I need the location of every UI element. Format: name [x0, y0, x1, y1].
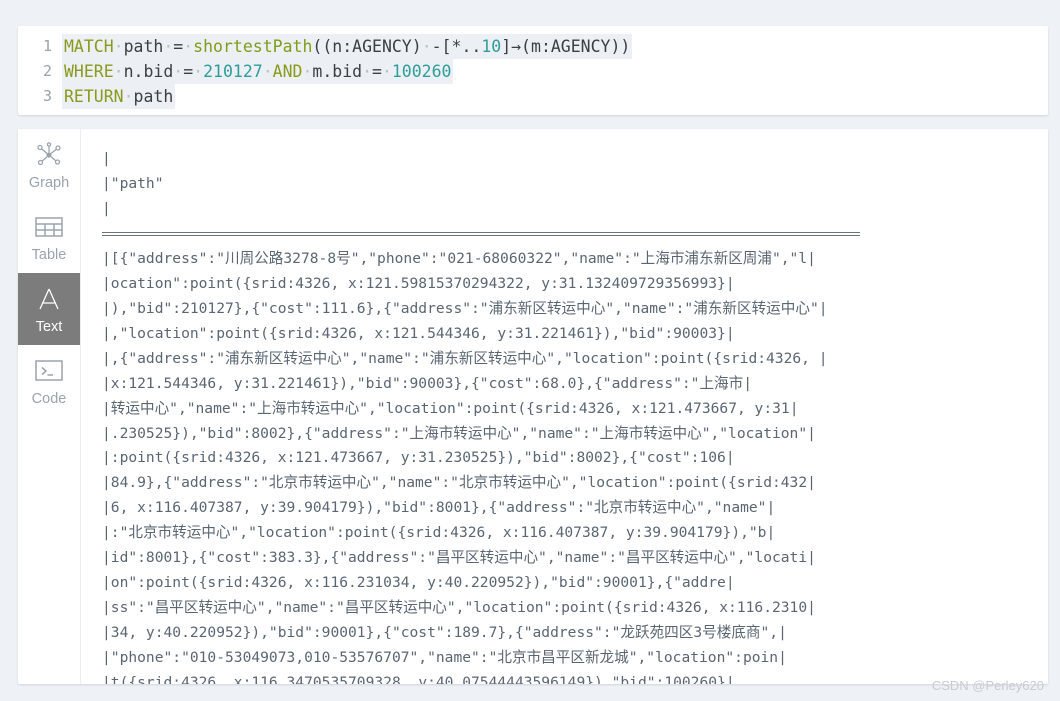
sidebar-item-label: Text: [35, 318, 63, 335]
line-number: 1: [42, 37, 52, 55]
code-line: 1 MATCH·path·=·shortestPath((n:AGENCY)·-…: [18, 34, 1048, 59]
separator-bar: [102, 231, 860, 236]
text-output-line: |"phone":"010-53049073,010-53576707","na…: [102, 649, 787, 667]
query-editor[interactable]: 1 MATCH·path·=·shortestPath((n:AGENCY)·-…: [18, 26, 1048, 115]
text-output-line: |.230525}),"bid":8002},{"address":"上海市转运…: [102, 424, 816, 442]
text-output-line: |,{"address":"浦东新区转运中心","name":"浦东新区转运中心…: [102, 349, 828, 367]
code-line: 2 WHERE·n.bid·=·210127·AND·m.bid·=·10026…: [18, 59, 1048, 84]
line-number: 3: [42, 87, 52, 105]
result-view-sidebar: Graph Table Text Code: [18, 129, 81, 684]
sidebar-item-text[interactable]: Text: [18, 273, 80, 345]
text-output-line: |x:121.544346, y:31.221461}),"bid":90003…: [102, 374, 753, 392]
text-icon: [37, 284, 61, 314]
text-output-line: |ss":"昌平区转运中心","name":"昌平区转运中心","locatio…: [102, 599, 816, 617]
text-output-line: |:point({srid:4326, x:121.473667, y:31.2…: [102, 449, 735, 467]
text-output-line: |34, y:40.220952}),"bid":90001},{"cost":…: [102, 624, 787, 642]
result-panel: Graph Table Text Code | |"path" | |[{"ad…: [18, 129, 1048, 684]
text-output-line: |ocation":point({srid:4326, x:121.598153…: [102, 274, 735, 292]
text-output-line: |,"location":point({srid:4326, x:121.544…: [102, 324, 735, 342]
sidebar-item-label: Graph: [28, 174, 70, 191]
sidebar-item-graph[interactable]: Graph: [18, 129, 80, 201]
line-number: 2: [42, 62, 52, 80]
text-output-line: |id":8001},{"cost":383.3},{"address":"昌平…: [102, 549, 816, 567]
code-line: 3 RETURN·path RETURN path: [18, 84, 1048, 109]
text-output-line: |on":point({srid:4326, x:116.231034, y:4…: [102, 574, 735, 592]
watermark: CSDN @Perley620: [931, 678, 1044, 693]
neo4j-browser-result-frame: 1 MATCH·path·=·shortestPath((n:AGENCY)·-…: [0, 0, 1060, 701]
text-output-pipe: |: [102, 199, 111, 217]
text-output-header: |"path": [102, 174, 164, 192]
code-icon: [35, 356, 63, 386]
text-output-separator: [102, 222, 1048, 247]
text-output-line: |t({srid:4326, x:116.3470535709328, y:40…: [102, 674, 735, 684]
code-line-text[interactable]: RETURN·path: [62, 84, 176, 109]
sidebar-item-code[interactable]: Code: [18, 345, 80, 417]
graph-icon: [36, 140, 62, 170]
table-icon: [35, 212, 63, 242]
text-output-line: |:"北京市转运中心","location":point({srid:4326,…: [102, 524, 776, 542]
text-output-line: |转运中心","name":"上海市转运中心","location":point…: [102, 399, 799, 417]
code-line-text[interactable]: MATCH·path·=·shortestPath((n:AGENCY)·-[*…: [62, 34, 633, 59]
text-output-line: |84.9},{"address":"北京市转运中心","name":"北京市转…: [102, 474, 816, 492]
text-output-top-pipe: |: [102, 150, 111, 167]
text-result-output[interactable]: | |"path" | |[{"address":"川周公路3278-8号","…: [80, 129, 1048, 684]
sidebar-item-label: Table: [31, 246, 67, 263]
text-output-line: |[{"address":"川周公路3278-8号","phone":"021-…: [102, 249, 816, 267]
text-output-line: |6, x:116.407387, y:39.904179}),"bid":80…: [102, 499, 776, 517]
sidebar-item-label: Code: [31, 390, 67, 407]
sidebar-item-table[interactable]: Table: [18, 201, 80, 273]
code-line-text[interactable]: WHERE·n.bid·=·210127·AND·m.bid·=·100260: [62, 59, 454, 84]
text-output-line: |),"bid":210127},{"cost":111.6},{"addres…: [102, 299, 828, 317]
